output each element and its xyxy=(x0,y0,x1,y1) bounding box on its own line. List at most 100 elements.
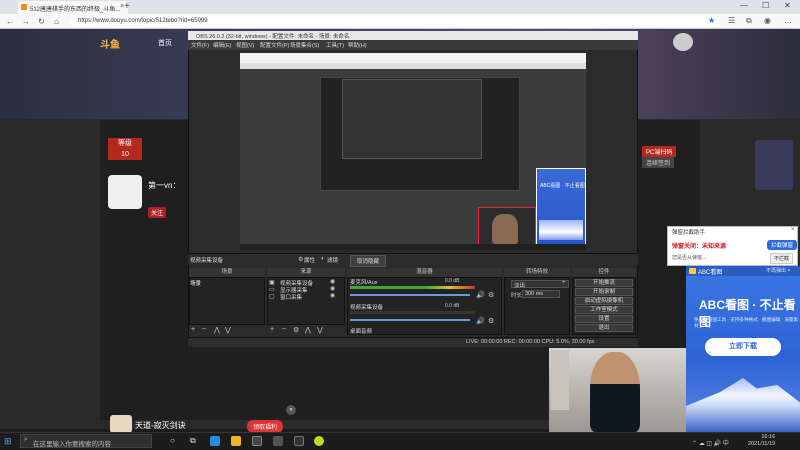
speaker-icon[interactable]: 🔊 xyxy=(476,291,485,299)
exit-button[interactable]: 退出 xyxy=(575,324,633,332)
source-down-button[interactable]: ⋁ xyxy=(317,326,323,334)
menu-profile[interactable]: 配置文件(P) xyxy=(260,41,289,49)
source-toolbar xyxy=(188,253,638,265)
source-item[interactable]: 窗口采集 xyxy=(280,293,302,301)
preview-ad-image xyxy=(539,220,583,240)
douyu-logo[interactable]: 斗鱼 xyxy=(100,36,120,51)
bottom-user-name[interactable]: 天道-寂灭剑诀 xyxy=(135,420,186,431)
download-button[interactable]: 立即下载 xyxy=(705,338,781,356)
remove-scene-button[interactable]: − xyxy=(202,326,206,333)
volume-slider[interactable] xyxy=(350,319,470,321)
favorite-star-icon[interactable]: ★ xyxy=(708,16,715,25)
camera-app-icon[interactable] xyxy=(294,436,304,446)
taskbar-clock[interactable]: 16:16 2021/11/19 xyxy=(748,434,775,448)
url-input[interactable]: https://www.douyu.com/topic/512tebo?rid=… xyxy=(70,16,720,27)
maximize-button[interactable]: ☐ xyxy=(762,1,769,10)
menu-edit[interactable]: 编辑(E) xyxy=(213,41,231,49)
scene-item[interactable]: 场景 xyxy=(190,279,201,287)
forward-icon[interactable]: → xyxy=(22,17,30,26)
abc-ad-close[interactable]: 不再弹出 × xyxy=(766,267,790,274)
app-icon[interactable] xyxy=(273,436,283,446)
gear-icon[interactable]: ⚙ xyxy=(298,256,303,263)
block-popup-button[interactable]: 拦截弹窗 xyxy=(767,240,798,250)
tab-title: 512唐唐棋手的东西的终极_斗鱼... xyxy=(30,7,121,13)
audio-meter xyxy=(350,286,475,289)
cortana-icon[interactable]: ○ xyxy=(170,436,175,445)
abc-ad-features: 免费版看图工具 · 支持多种格式 · 截图编辑 · 海量素材 xyxy=(694,317,799,328)
duration-input[interactable]: 300 ms xyxy=(522,290,560,298)
speaker-icon[interactable]: 🔊 xyxy=(476,317,485,325)
settings-button[interactable]: 设置 xyxy=(575,315,633,323)
close-icon[interactable]: × xyxy=(791,227,795,233)
checkin-tag[interactable]: 连续签到 xyxy=(642,157,675,168)
menu-scene-collection[interactable]: 场景集合(S) xyxy=(290,41,319,49)
menu-help[interactable]: 帮助(H) xyxy=(348,41,367,49)
source-settings-icon[interactable]: ⚙ xyxy=(293,326,299,334)
new-tab-button[interactable]: + xyxy=(124,1,130,12)
settings-icon[interactable]: ⚙ xyxy=(488,317,494,325)
edge-icon[interactable] xyxy=(210,436,220,446)
user-avatar-small xyxy=(110,415,132,433)
home-icon[interactable]: ⌂ xyxy=(54,17,59,26)
properties-button[interactable]: 属性 xyxy=(304,256,315,264)
mixer-channel-label: 麦克风/Aux xyxy=(350,280,378,286)
add-transition-button[interactable]: + xyxy=(562,280,566,286)
browser-tab[interactable]: 512唐唐棋手的东西的终极_斗鱼... xyxy=(18,1,128,14)
allow-popup-button[interactable]: 不拦截 xyxy=(770,253,794,264)
add-source-button[interactable]: + xyxy=(270,326,274,333)
streamer-name[interactable]: 第一vn： xyxy=(148,180,180,191)
windows-start-icon[interactable]: ⊞ xyxy=(4,436,12,447)
close-window-button[interactable]: ✕ xyxy=(784,1,791,10)
mixer-channel-label: 视频采集设备 xyxy=(350,305,384,311)
menu-view[interactable]: 视图(V) xyxy=(236,41,254,49)
settings-icon[interactable]: ⚙ xyxy=(488,291,494,299)
studio-mode-button[interactable]: 工作室模式 xyxy=(575,306,633,314)
minimize-button[interactable]: — xyxy=(740,1,748,10)
collections-icon[interactable]: ☰ xyxy=(728,16,735,25)
back-icon[interactable]: ← xyxy=(6,17,14,26)
unhide-button[interactable]: 取消隐藏 xyxy=(350,255,387,267)
window-icon: ▢ xyxy=(269,294,275,300)
transition-select[interactable]: 淡出 xyxy=(511,280,569,289)
task-view-icon[interactable]: ⧉ xyxy=(190,436,196,446)
side-promo-card[interactable] xyxy=(755,140,793,190)
source-up-button[interactable]: ⋀ xyxy=(305,326,311,334)
follow-button[interactable]: 关注 xyxy=(148,207,167,218)
mixer-channel-db: 0.0 dB xyxy=(445,303,460,309)
camera-icon: ▣ xyxy=(269,280,275,286)
refresh-icon[interactable]: ↻ xyxy=(38,17,45,26)
menu-file[interactable]: 文件(F) xyxy=(191,41,209,49)
visibility-icon[interactable]: ◉ xyxy=(330,278,335,285)
app-icon[interactable] xyxy=(231,436,241,446)
profile-icon[interactable]: ◉ xyxy=(764,16,771,25)
grade-badge: 等级 10 xyxy=(108,138,142,160)
obs-icon[interactable] xyxy=(252,436,262,446)
scene-up-button[interactable]: ⋀ xyxy=(214,326,220,334)
scene-down-button[interactable]: ⋁ xyxy=(225,326,231,334)
visibility-icon[interactable]: ◉ xyxy=(330,292,335,299)
mixer-channel-db: 0.0 dB xyxy=(445,278,460,284)
volume-slider[interactable] xyxy=(350,294,470,296)
more-menu-icon[interactable]: … xyxy=(784,16,792,25)
app-icon[interactable] xyxy=(314,436,324,446)
pc-scan-tag[interactable]: PC端扫码 xyxy=(642,146,677,157)
extensions-icon[interactable]: ⧉ xyxy=(746,16,752,26)
nav-home-link[interactable]: 首页 xyxy=(158,38,172,48)
menu-tools[interactable]: 工具(T) xyxy=(326,41,344,49)
scenes-dock-header: 场景 xyxy=(189,268,265,277)
nested-obs-capture-inner xyxy=(342,79,482,159)
collapse-button[interactable]: « xyxy=(286,405,296,415)
streamer-avatar[interactable] xyxy=(108,175,142,209)
selected-source-label: 视频采集设备 xyxy=(190,258,224,264)
user-avatar[interactable] xyxy=(673,33,693,51)
add-scene-button[interactable]: + xyxy=(191,326,195,333)
taskbar-search-input[interactable]: 在这里输入你要搜索的内容 xyxy=(20,434,152,448)
system-tray[interactable]: ⌃ ☁ ◫ 🔊 中 xyxy=(692,438,729,447)
visibility-icon[interactable]: ◉ xyxy=(330,285,335,292)
filters-button[interactable]: 滤镜 xyxy=(327,256,338,264)
remove-source-button[interactable]: − xyxy=(282,326,286,333)
start-recording-button[interactable]: 开始录制 xyxy=(575,288,633,296)
start-streaming-button[interactable]: 开始推流 xyxy=(575,279,633,287)
virtual-camera-button[interactable]: 启动虚拟摄像机 xyxy=(575,297,633,305)
filter-icon[interactable]: ◐ xyxy=(321,256,325,262)
